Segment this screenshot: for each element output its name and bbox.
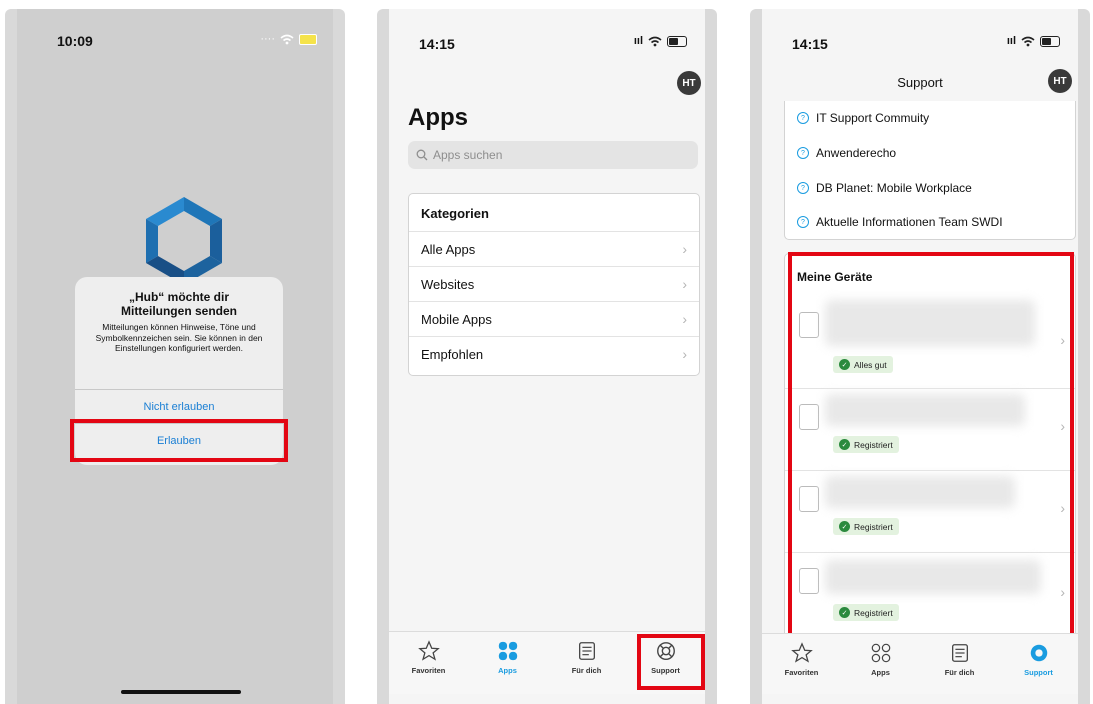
search-icon bbox=[416, 149, 428, 161]
apps-grid-icon bbox=[871, 643, 890, 663]
category-row-empfohlen[interactable]: Empfohlen › bbox=[409, 336, 699, 371]
tab-favoriten[interactable]: Favoriten bbox=[762, 634, 841, 694]
category-row-websites[interactable]: Websites › bbox=[409, 266, 699, 301]
news-icon bbox=[951, 644, 968, 662]
wifi-icon bbox=[1021, 36, 1035, 46]
categories-card: Kategorien Alle Apps › Websites › Mobile… bbox=[408, 193, 700, 376]
help-icon: ? bbox=[797, 147, 809, 159]
chevron-right-icon: › bbox=[682, 276, 687, 292]
chevron-right-icon: › bbox=[682, 311, 687, 327]
status-icons: ııl bbox=[634, 35, 687, 47]
status-bar: 10:09 ···· bbox=[17, 9, 333, 55]
tab-apps[interactable]: Apps bbox=[841, 634, 920, 694]
tab-label: Für dich bbox=[944, 668, 975, 677]
support-link-team-swdi[interactable]: ? Aktuelle Informationen Team SWDI bbox=[797, 215, 1003, 229]
highlight-allow bbox=[70, 419, 288, 462]
tab-favoriten[interactable]: Favoriten bbox=[389, 632, 468, 694]
category-label: Alle Apps bbox=[421, 241, 476, 257]
help-icon: ? bbox=[797, 182, 809, 194]
highlight-support-tab bbox=[637, 634, 705, 690]
tab-fuer-dich[interactable]: Für dich bbox=[920, 634, 999, 694]
search-placeholder: Apps suchen bbox=[433, 148, 503, 162]
clock: 14:15 bbox=[419, 36, 455, 52]
tab-support[interactable]: Support bbox=[999, 634, 1078, 694]
category-label: Websites bbox=[421, 276, 475, 292]
support-links-card: ? IT Support Commuity ? Anwenderecho ? D… bbox=[784, 101, 1076, 240]
chevron-right-icon: › bbox=[682, 346, 687, 362]
clock: 10:09 bbox=[57, 33, 93, 49]
dialog-message: Mitteilungen können Hinweise, Töne und S… bbox=[95, 322, 263, 353]
page-title: Support bbox=[897, 75, 943, 90]
avatar[interactable]: HT bbox=[1048, 69, 1072, 93]
screenshot-panel-apps: 14:15 ııl HT Apps Apps suchen Kategorien… bbox=[377, 9, 717, 704]
dialog-title: „Hub“ möchte dir Mitteilungen senden bbox=[120, 290, 237, 318]
page-title: Apps bbox=[408, 104, 468, 131]
battery-icon bbox=[1040, 35, 1060, 47]
link-label: Anwenderecho bbox=[816, 146, 897, 160]
screenshot-panel-notification: 10:09 ···· „Hub“ möchte dir Mitteilungen… bbox=[5, 9, 345, 704]
tab-label: Apps bbox=[498, 666, 517, 675]
lifebuoy-icon bbox=[1030, 644, 1047, 662]
tab-apps[interactable]: Apps bbox=[468, 632, 547, 694]
tab-label: Favoriten bbox=[784, 668, 819, 677]
highlight-my-devices bbox=[788, 252, 1074, 638]
link-label: Aktuelle Informationen Team SWDI bbox=[816, 215, 1003, 229]
support-link-it-community[interactable]: ? IT Support Commuity bbox=[797, 111, 929, 125]
clock: 14:15 bbox=[792, 36, 828, 52]
search-input[interactable]: Apps suchen bbox=[408, 141, 698, 169]
signal-icon: ···· bbox=[260, 33, 275, 45]
category-row-mobile-apps[interactable]: Mobile Apps › bbox=[409, 301, 699, 336]
support-link-anwenderecho[interactable]: ? Anwenderecho bbox=[797, 146, 896, 160]
home-indicator bbox=[121, 690, 241, 694]
star-icon bbox=[790, 642, 813, 663]
support-link-db-planet[interactable]: ? DB Planet: Mobile Workplace bbox=[797, 181, 972, 195]
news-icon bbox=[578, 642, 595, 660]
hub-logo bbox=[146, 197, 222, 285]
avatar[interactable]: HT bbox=[677, 71, 701, 95]
star-icon bbox=[417, 640, 440, 661]
tab-fuer-dich[interactable]: Für dich bbox=[547, 632, 626, 694]
signal-icon: ııl bbox=[633, 35, 643, 47]
status-icons: ııl bbox=[1007, 35, 1060, 47]
wifi-icon bbox=[648, 36, 662, 46]
tab-bar: Favoriten Apps Für dich Support bbox=[762, 633, 1078, 694]
battery-charging-icon bbox=[299, 33, 317, 45]
wifi-icon bbox=[280, 34, 294, 44]
help-icon: ? bbox=[797, 112, 809, 124]
category-label: Mobile Apps bbox=[421, 311, 492, 327]
categories-header: Kategorien bbox=[421, 206, 489, 221]
help-icon: ? bbox=[797, 216, 809, 228]
deny-button-label: Nicht erlauben bbox=[143, 401, 215, 413]
tab-label: Favoriten bbox=[411, 666, 446, 675]
status-bar: 14:15 ııl bbox=[762, 9, 1078, 55]
chevron-right-icon: › bbox=[682, 241, 687, 257]
screenshot-panel-support: 14:15 ııl Support HT ? IT Support Commui… bbox=[750, 9, 1090, 704]
status-icons: ···· bbox=[260, 33, 317, 45]
battery-icon bbox=[667, 35, 687, 47]
category-label: Empfohlen bbox=[421, 346, 484, 362]
tab-label: Support bbox=[1024, 668, 1053, 677]
tab-label: Apps bbox=[871, 668, 890, 677]
link-label: DB Planet: Mobile Workplace bbox=[816, 181, 972, 195]
status-bar: 14:15 ııl bbox=[389, 9, 705, 55]
link-label: IT Support Commuity bbox=[816, 111, 930, 125]
apps-grid-icon bbox=[498, 641, 517, 661]
category-row-alle-apps[interactable]: Alle Apps › bbox=[409, 231, 699, 266]
tab-label: Für dich bbox=[571, 666, 602, 675]
signal-icon: ııl bbox=[1006, 35, 1016, 47]
